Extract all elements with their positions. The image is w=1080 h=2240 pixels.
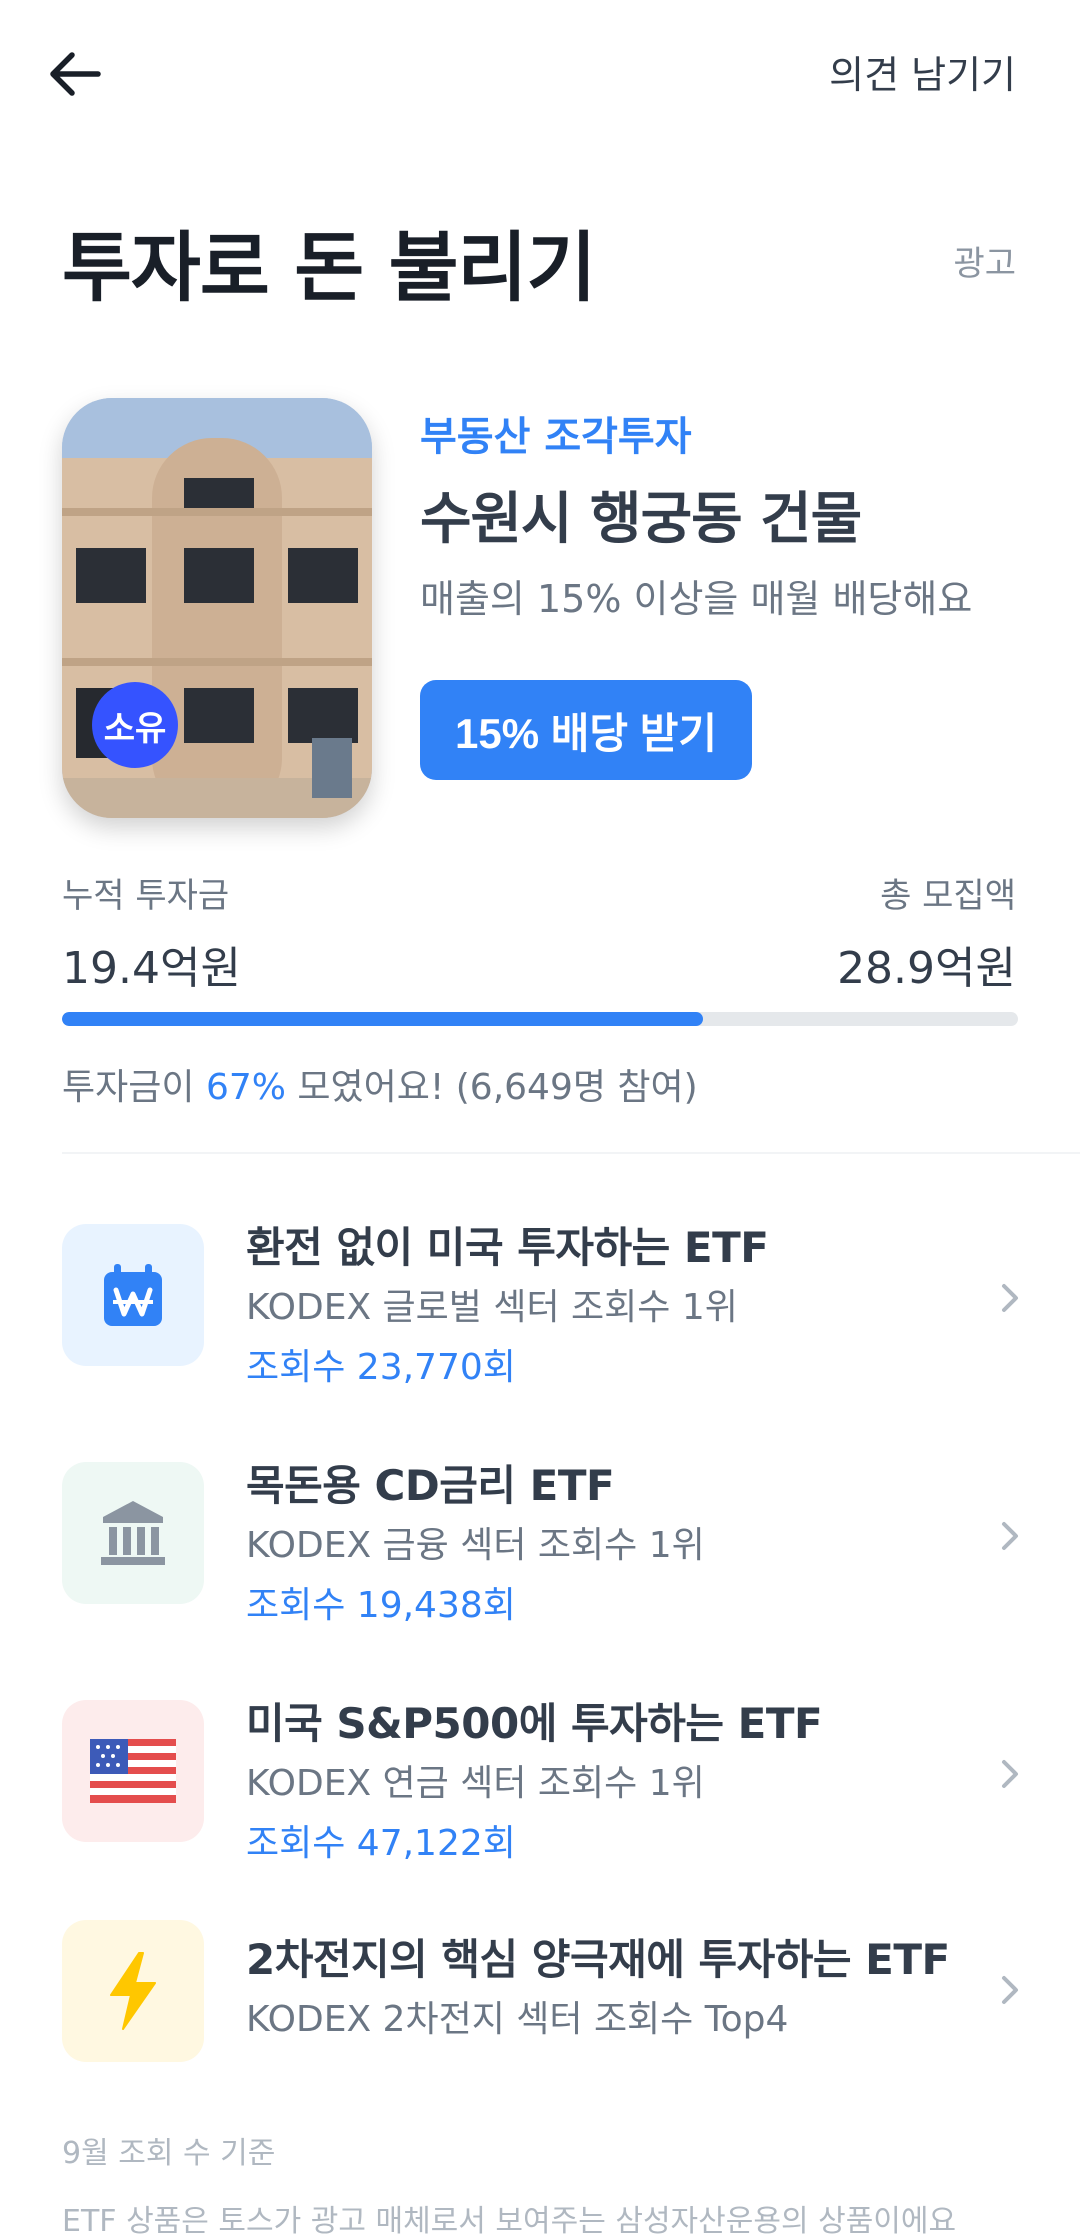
item-subtitle: KODEX 2차전지 섹터 조회수 Top4 xyxy=(246,1999,789,2040)
item-title: 미국 S&P500에 투자하는 ETF xyxy=(246,1699,823,1748)
item-thumbnail xyxy=(62,1224,204,1366)
soyu-badge: 소유 xyxy=(92,682,178,768)
item-subtitle: KODEX 금융 섹터 조회수 1위 xyxy=(246,1525,705,1566)
etf-item[interactable]: 환전 없이 미국 투자하는 ETF KODEX 글로벌 섹터 조회수 1위 조회… xyxy=(0,1208,1080,1408)
feedback-link[interactable]: 의견 남기기 xyxy=(829,44,1016,99)
funding-progress-fill xyxy=(62,1012,703,1026)
etf-item[interactable]: 미국 S&P500에 투자하는 ETF KODEX 연금 섹터 조회수 1위 조… xyxy=(0,1684,1080,1884)
progress-percent: 67% xyxy=(205,1067,286,1108)
item-subtitle: KODEX 글로벌 섹터 조회수 1위 xyxy=(246,1287,738,1328)
chevron-right-icon xyxy=(1002,1284,1018,1312)
item-thumbnail xyxy=(62,1462,204,1604)
progress-prefix: 투자금이 xyxy=(62,1067,206,1108)
accumulated-label: 누적 투자금 xyxy=(62,876,230,916)
item-title: 목돈용 CD금리 ETF xyxy=(246,1461,615,1510)
etf-item[interactable]: 2차전지의 핵심 양극재에 투자하는 ETF KODEX 2차전지 섹터 조회수… xyxy=(0,1904,1080,2104)
promo-title: 수원시 행궁동 건물 xyxy=(420,487,862,552)
divider xyxy=(62,1152,1080,1154)
us-flag-icon xyxy=(90,1739,176,1803)
won-calendar-icon xyxy=(104,1264,162,1326)
promo-category: 부동산 조각투자 xyxy=(420,414,692,460)
back-button[interactable] xyxy=(44,42,108,106)
target-label: 총 모집액 xyxy=(880,876,1016,916)
funding-progress-bar xyxy=(62,1012,1018,1026)
etf-item[interactable]: 목돈용 CD금리 ETF KODEX 금융 섹터 조회수 1위 조회수 19,4… xyxy=(0,1446,1080,1646)
item-thumbnail xyxy=(62,1700,204,1842)
bank-icon xyxy=(101,1501,165,1565)
item-views: 조회수 23,770회 xyxy=(246,1347,516,1388)
progress-suffix: 모였어요! (6,649명 참여) xyxy=(285,1067,698,1108)
building-thumbnail[interactable]: 소유 xyxy=(62,398,372,818)
page-title: 투자로 돈 불리기 xyxy=(62,223,596,312)
chevron-right-icon xyxy=(1002,1522,1018,1550)
accumulated-value: 19.4억원 xyxy=(62,943,241,994)
progress-text: 투자금이 67% 모였어요! (6,649명 참여) xyxy=(62,1058,698,1110)
ad-label: 광고 xyxy=(953,244,1016,284)
item-views: 조회수 47,122회 xyxy=(246,1823,516,1864)
item-title: 2차전지의 핵심 양극재에 투자하는 ETF xyxy=(246,1935,950,1984)
chevron-right-icon xyxy=(1002,1976,1018,2004)
item-views: 조회수 19,438회 xyxy=(246,1585,516,1626)
arrow-left-icon xyxy=(50,52,101,96)
footnote: 9월 조회 수 기준 xyxy=(62,2136,276,2171)
top-bar: 의견 남기기 xyxy=(0,0,1080,140)
item-title: 환전 없이 미국 투자하는 ETF xyxy=(246,1223,769,1272)
item-thumbnail xyxy=(62,1920,204,2062)
item-subtitle: KODEX 연금 섹터 조회수 1위 xyxy=(246,1763,705,1804)
target-value: 28.9억원 xyxy=(837,943,1016,994)
dividend-button[interactable]: 15% 배당 받기 xyxy=(420,680,752,780)
lightning-icon xyxy=(110,1952,156,2030)
chevron-right-icon xyxy=(1002,1760,1018,1788)
promo-description: 매출의 15% 이상을 매월 배당해요 xyxy=(420,577,973,621)
disclaimer: ETF 상품은 토스가 광고 매체로서 보여주는 삼성자산운용의 상품이에요 xyxy=(62,2204,957,2239)
